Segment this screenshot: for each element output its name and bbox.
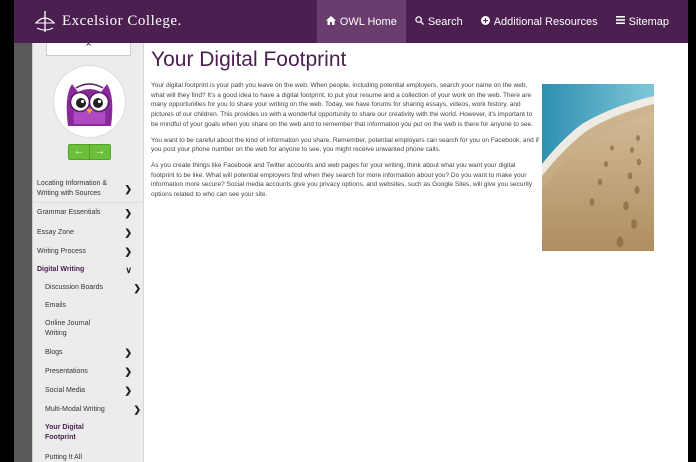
paragraph: You want to be careful about the kind of… — [151, 136, 539, 154]
logo-text: Excelsior College. — [62, 13, 182, 29]
plus-circle-icon — [480, 15, 490, 28]
owl-mascot-icon — [54, 66, 125, 137]
nav-sitemap[interactable]: Sitemap — [607, 0, 678, 43]
sidebar-item-label: Multi-Modal Writing — [45, 406, 105, 413]
chevron-right-icon: ❯ — [124, 366, 132, 376]
page-title: Your Digital Footprint — [151, 48, 347, 71]
sidebar-item-online-journal-writing[interactable]: Online Journal Writing — [33, 315, 144, 343]
main-area: ⌃ ← → Locating Information & Writing wit… — [32, 43, 688, 462]
sidebar-item-putting-it-all-together[interactable]: Putting It All Together — [33, 449, 144, 462]
sidebar: ⌃ ← → Locating Information & Writing wit… — [33, 43, 144, 462]
chevron-down-icon: ∨ — [125, 265, 132, 275]
chevron-right-icon: ❯ — [124, 208, 132, 218]
search-icon — [415, 15, 424, 28]
top-navigation-bar: Excelsior College. OWL Home Search Addit… — [14, 0, 688, 43]
sidebar-item-label: Online Journal Writing — [45, 320, 91, 337]
chevron-up-icon: ⌃ — [83, 42, 94, 54]
sidebar-item-emails[interactable]: Emails — [33, 297, 144, 315]
list-icon — [615, 16, 625, 27]
content-area: Your Digital Footprint Your digital foot… — [151, 43, 681, 251]
sidebar-item-presentations[interactable]: Presentations ❯ — [33, 362, 144, 381]
sidebar-item-grammar-essentials[interactable]: Grammar Essentials ❯ — [33, 203, 144, 223]
sidebar-item-label: Locating Information & Writing with Sour… — [37, 180, 108, 197]
window-frame-right — [688, 0, 696, 462]
nav-sitemap-label: Sitemap — [628, 15, 669, 28]
sidebar-item-blogs[interactable]: Blogs ❯ — [33, 343, 144, 362]
window-frame-left — [0, 0, 14, 462]
article-body: Your digital footprint is your path you … — [151, 81, 539, 206]
sidebar-item-label: Presentations — [45, 368, 88, 375]
sidebar-item-locating-information[interactable]: Locating Information & Writing with Sour… — [33, 175, 144, 203]
previous-page-arrow-icon[interactable]: ← — [69, 145, 90, 159]
chevron-right-icon: ❯ — [124, 347, 132, 357]
paragraph: As you create things like Facebook and T… — [151, 161, 533, 199]
paragraph: Your digital footprint is your path you … — [151, 82, 533, 128]
chevron-right-icon: ❯ — [124, 246, 132, 256]
nav-additional-resources-label: Additional Resources — [493, 15, 598, 28]
sidebar-item-label: Your Digital Footprint — [45, 424, 84, 441]
sidebar-item-label: Discussion Boards — [45, 284, 103, 291]
sidebar-item-your-digital-footprint[interactable]: Your Digital Footprint — [33, 419, 144, 449]
chevron-right-icon: ❯ — [124, 385, 132, 395]
beach-footprints-image — [542, 84, 654, 251]
chevron-right-icon: ❯ — [133, 283, 141, 293]
chevron-right-icon: ❯ — [133, 404, 141, 414]
sidebar-item-label: Social Media — [45, 387, 86, 394]
sidebar-item-label: Blogs — [45, 349, 63, 356]
sidebar-item-label: Writing Process — [37, 248, 86, 255]
sidebar-item-label: Grammar Essentials — [37, 209, 101, 216]
sidebar-item-essay-zone[interactable]: Essay Zone ❯ — [33, 223, 144, 242]
logo-mark-icon — [34, 9, 56, 33]
sidebar-menu: Locating Information & Writing with Sour… — [33, 175, 144, 462]
chevron-right-icon: ❯ — [124, 183, 132, 194]
next-page-arrow-icon[interactable]: → — [90, 145, 110, 159]
top-nav: OWL Home Search Additional Resources Sit… — [316, 0, 678, 43]
nav-additional-resources[interactable]: Additional Resources — [472, 0, 607, 43]
sidebar-item-multi-modal-writing[interactable]: Multi-Modal Writing ❯ — [33, 400, 144, 419]
nav-search[interactable]: Search — [406, 0, 472, 43]
nav-owl-home-label: OWL Home — [339, 15, 397, 28]
sidebar-item-social-media[interactable]: Social Media ❯ — [33, 381, 144, 400]
sidebar-item-writing-process[interactable]: Writing Process ❯ — [33, 242, 144, 261]
sidebar-item-label: Digital Writing — [37, 266, 85, 273]
sidebar-item-label: Putting It All Together — [45, 454, 82, 461]
collapse-sidebar-button[interactable]: ⌃ — [46, 43, 131, 56]
nav-owl-home[interactable]: OWL Home — [316, 0, 406, 43]
sidebar-item-label: Essay Zone — [37, 229, 74, 236]
home-icon — [325, 15, 336, 28]
college-logo[interactable]: Excelsior College. — [34, 9, 182, 33]
chevron-right-icon: ❯ — [124, 227, 132, 237]
sidebar-item-discussion-boards[interactable]: Discussion Boards ❯ — [33, 279, 144, 297]
sidebar-item-digital-writing[interactable]: Digital Writing ∨ — [33, 261, 144, 279]
nav-search-label: Search — [427, 15, 463, 28]
sidebar-item-label: Emails — [45, 302, 67, 309]
page-navigation-arrows: ← → — [68, 144, 111, 160]
